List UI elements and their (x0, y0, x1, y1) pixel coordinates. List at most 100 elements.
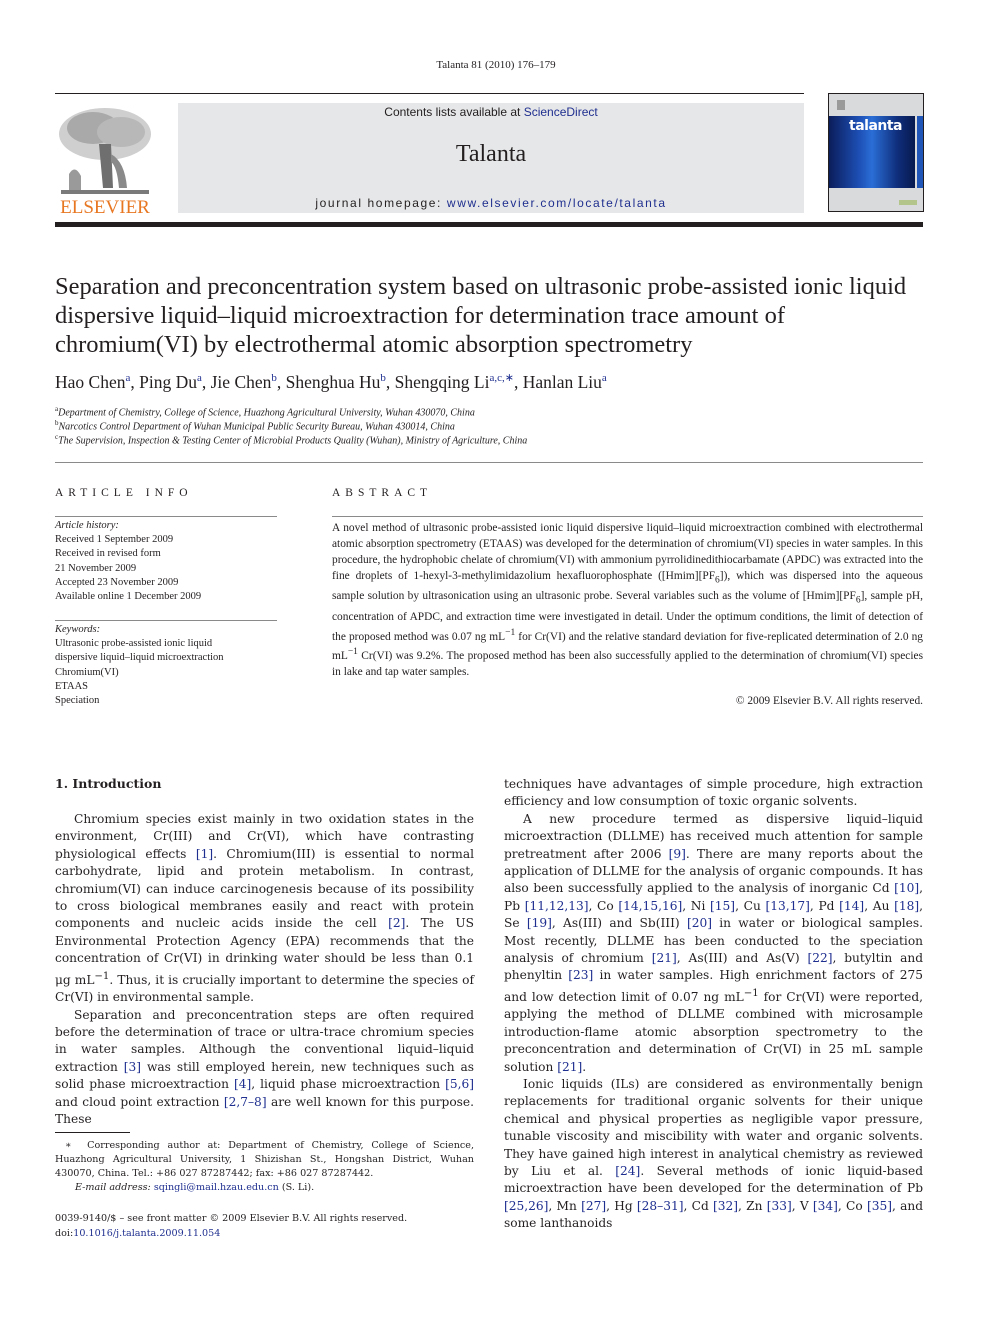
author-name: Hanlan Liu (522, 371, 602, 392)
history-item: Accepted 23 November 2009 (55, 576, 179, 588)
keywords: Keywords: Ultrasonic probe-assisted ioni… (55, 623, 277, 708)
sciencedirect-link[interactable]: ScienceDirect (524, 105, 598, 119)
cover-band-edge (917, 116, 923, 188)
citation-link[interactable]: [13,17] (766, 899, 810, 913)
keywords-label: Keywords: (55, 624, 101, 635)
citation-link[interactable]: [3] (124, 1060, 141, 1074)
article-info-rule (55, 516, 277, 517)
body-text: , Mn (548, 1198, 582, 1213)
homepage-line: journal homepage: www.elsevier.com/locat… (178, 196, 804, 210)
body-text: , Pd (809, 898, 840, 913)
footnote-text: Corresponding author at: Department of C… (55, 1140, 474, 1179)
body-text: techniques have advantages of simple pro… (504, 777, 923, 809)
citation-link[interactable]: [14] (839, 899, 864, 913)
paragraph: techniques have advantages of simple pro… (504, 776, 923, 811)
cover-footer-logo (899, 200, 917, 205)
affiliations-rule (55, 462, 923, 463)
superscript: −1 (743, 987, 759, 999)
contents-prefix: Contents lists available at (384, 105, 524, 119)
citation-link[interactable]: [23] (568, 968, 593, 982)
author-affiliation-mark[interactable]: a,c,∗ (489, 372, 513, 384)
citation-link[interactable]: [5,6] (445, 1077, 474, 1091)
cover-publisher-mark (837, 100, 845, 110)
citation-link[interactable]: [19] (527, 916, 552, 930)
right-column: techniques have advantages of simple pro… (504, 776, 923, 1233)
citation-link[interactable]: [10] (894, 881, 919, 895)
keyword: dispersive liquid–liquid microextraction (55, 652, 224, 664)
paragraph: A new procedure termed as dispersive liq… (504, 811, 923, 1076)
affiliation-b: bNarcotics Control Department of Wuhan M… (55, 419, 935, 432)
author-separator: , (276, 371, 286, 392)
citation-link[interactable]: [27] (581, 1199, 606, 1213)
citation-link[interactable]: [24] (615, 1164, 640, 1178)
superscript: −1 (505, 627, 516, 638)
citation-link[interactable]: [25,26] (504, 1199, 548, 1213)
doi-prefix: doi: (55, 1228, 74, 1239)
masthead-thick-rule (55, 222, 923, 227)
author-affiliation-mark[interactable]: a (602, 372, 607, 384)
body-text: , Zn (738, 1198, 767, 1213)
author-name: Ping Du (139, 371, 197, 392)
citation-link[interactable]: [21] (557, 1060, 582, 1074)
abstract-body: A novel method of ultrasonic probe-assis… (332, 520, 923, 680)
paragraph: Separation and preconcentration steps ar… (55, 1007, 474, 1129)
affiliation-a: aDepartment of Chemistry, College of Sci… (55, 405, 935, 418)
history-item: Received 1 September 2009 (55, 534, 174, 546)
citation-link[interactable]: [21] (652, 951, 677, 965)
history-item: Available online 1 December 2009 (55, 591, 202, 603)
homepage-prefix: journal homepage: (315, 196, 447, 210)
journal-cover-thumbnail[interactable]: talanta (828, 93, 924, 212)
citation-link[interactable]: [20] (687, 916, 712, 930)
author-name: Shengqing Li (394, 371, 490, 392)
body-text: , Au (864, 898, 895, 913)
paragraph: Chromium species exist mainly in two oxi… (55, 811, 474, 1007)
citation-link[interactable]: [28–31] (637, 1199, 684, 1213)
citation-link[interactable]: [14,15,16] (618, 899, 682, 913)
body-text: , liquid phase microextraction (251, 1077, 446, 1092)
affiliation-text: Department of Chemistry, College of Scie… (58, 407, 475, 419)
superscript: −1 (347, 647, 358, 658)
citation-link[interactable]: [11,12,13] (525, 899, 589, 913)
journal-homepage-link[interactable]: www.elsevier.com/locate/talanta (447, 196, 667, 210)
citation-link[interactable]: [22] (807, 951, 832, 965)
abstract-heading: ABSTRACT (332, 487, 433, 499)
body-text: Ionic liquids (ILs) are considered as en… (504, 1076, 923, 1178)
citation-link[interactable]: [9] (669, 847, 686, 861)
body-text: , As(III) and As(V) (676, 951, 808, 966)
journal-title: Talanta (455, 141, 527, 167)
citation-link[interactable]: [35] (867, 1199, 892, 1213)
email-label: E-mail address: (75, 1182, 151, 1193)
author-name: Hao Chen (55, 371, 126, 392)
doi-link[interactable]: 10.1016/j.talanta.2009.11.054 (73, 1228, 220, 1239)
body-text: , Hg (606, 1198, 637, 1213)
citation-link[interactable]: [4] (234, 1077, 251, 1091)
superscript: −1 (94, 970, 110, 982)
elsevier-tree-icon (55, 104, 155, 196)
citation-link[interactable]: [15] (710, 899, 735, 913)
body-text: , Cd (683, 1198, 713, 1213)
elsevier-logo[interactable]: ELSEVIER (55, 104, 155, 218)
citation-link[interactable]: [32] (713, 1199, 738, 1213)
footnote-mark: ∗ (65, 1140, 72, 1151)
footnote-rule (55, 1132, 130, 1133)
elsevier-wordmark: ELSEVIER (60, 197, 150, 218)
citation-link[interactable]: [2] (388, 916, 405, 930)
author-name: Jie Chen (210, 371, 272, 392)
citation-link[interactable]: [1] (196, 847, 213, 861)
keyword: ETAAS (55, 680, 88, 692)
article-history-label: Article history: (55, 520, 119, 531)
body-text: , Co (588, 898, 619, 913)
email-link[interactable]: sqingli@mail.hzau.edu.cn (154, 1182, 279, 1193)
citation-link[interactable]: [33] (767, 1199, 792, 1213)
citation-link[interactable]: [18] (894, 899, 919, 913)
article-info-heading: ARTICLE INFO (55, 487, 193, 499)
author-separator: , (201, 371, 211, 392)
keyword: Ultrasonic probe-assisted ionic liquid (55, 638, 213, 650)
issn-line: 0039-9140/$ – see front matter © 2009 El… (55, 1213, 408, 1224)
abstract-text: Cr(VI) was 9.2%. The proposed method has… (332, 650, 923, 679)
citation-link[interactable]: [2,7–8] (224, 1095, 267, 1109)
body-text: . Thus, it is crucially important to det… (55, 972, 475, 1005)
citation-link[interactable]: [34] (813, 1199, 838, 1213)
author-separator: , (513, 371, 523, 392)
introduction-heading: 1. Introduction (55, 776, 162, 791)
